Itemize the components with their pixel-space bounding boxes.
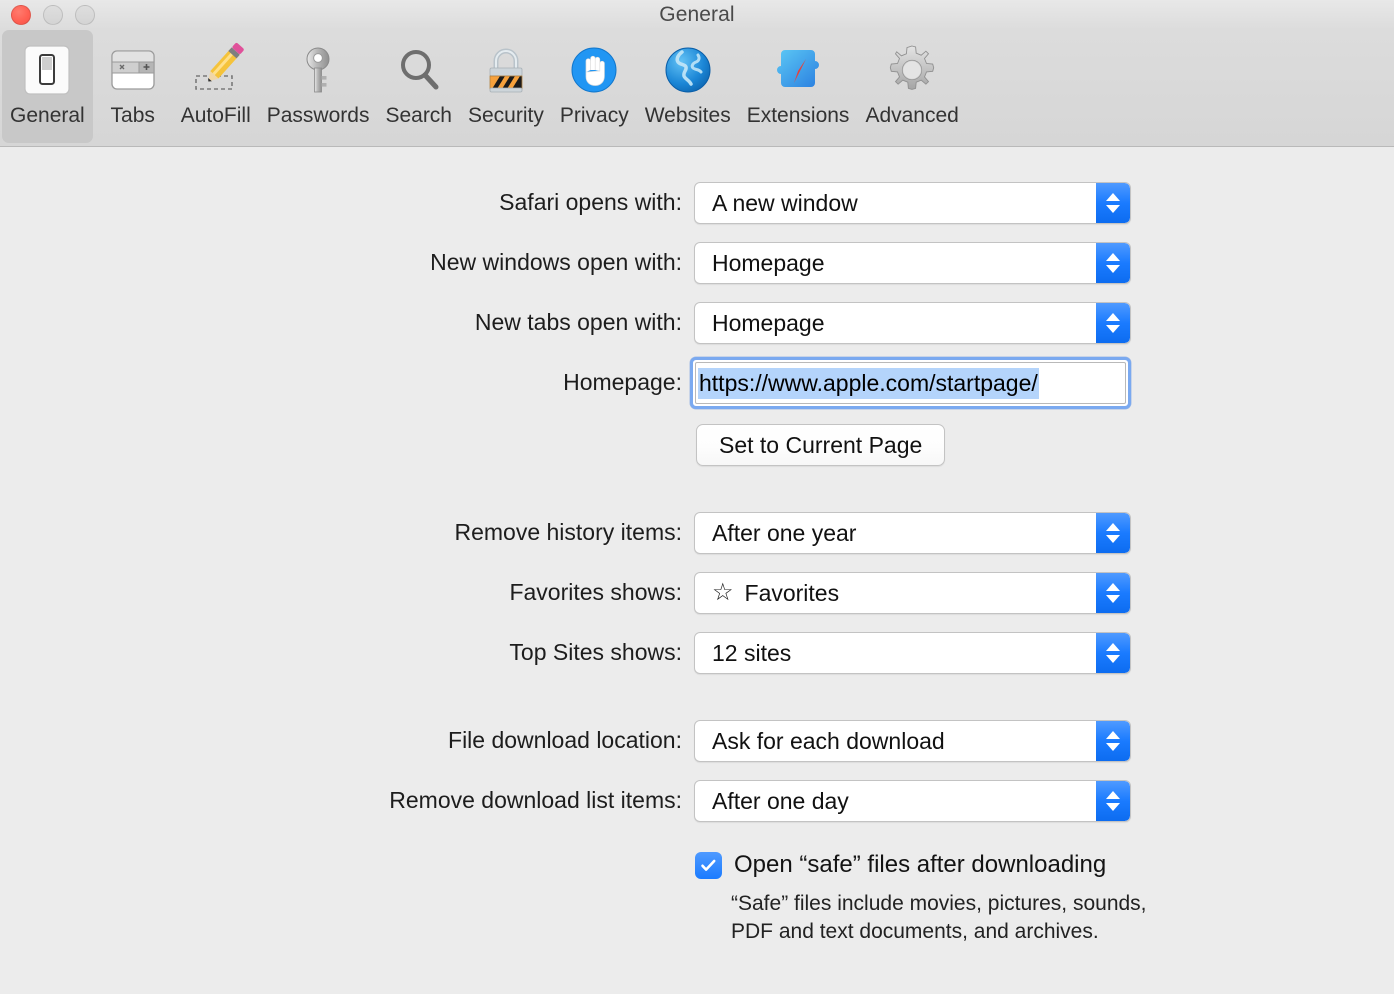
- select-new-windows-open-with[interactable]: Homepage: [694, 242, 1131, 284]
- select-value: A new window: [712, 189, 858, 216]
- chevron-up-icon: [1106, 643, 1120, 651]
- tab-search[interactable]: Search: [377, 30, 460, 143]
- general-pane: Safari opens with: A new window New wind…: [0, 148, 1394, 994]
- select-value-text: Favorites: [744, 579, 840, 606]
- chevron-up-icon: [1106, 193, 1120, 201]
- stepper-arrows[interactable]: [1096, 633, 1130, 673]
- stepper-arrows[interactable]: [1096, 721, 1130, 761]
- chevron-down-icon: [1106, 205, 1120, 213]
- stepper-arrows[interactable]: [1096, 243, 1130, 283]
- puzzle-compass-icon: [766, 38, 830, 102]
- open-safe-files-label: Open “safe” files after downloading: [734, 851, 1107, 878]
- chevron-up-icon: [1106, 313, 1120, 321]
- select-value: Homepage: [712, 249, 825, 276]
- label-remove-history-items: Remove history items:: [454, 519, 682, 545]
- globe-icon: [656, 38, 720, 102]
- general-switch-icon: [15, 38, 79, 102]
- window-title: General: [659, 3, 735, 26]
- maximize-button[interactable]: [75, 5, 95, 25]
- pencil-autofill-icon: [184, 38, 248, 102]
- select-top-sites-shows[interactable]: 12 sites: [694, 632, 1131, 674]
- chevron-down-icon: [1106, 325, 1120, 333]
- select-value: After one day: [712, 787, 849, 814]
- tab-label: Advanced: [865, 104, 959, 127]
- tab-tabs[interactable]: Tabs: [93, 30, 173, 143]
- select-value: Ask for each download: [712, 727, 945, 754]
- homepage-input-value: https://www.apple.com/startpage/: [698, 367, 1039, 399]
- tab-autofill[interactable]: AutoFill: [173, 30, 259, 143]
- chevron-up-icon: [1106, 791, 1120, 799]
- preferences-window: General General Tabs AutoFill Passwords …: [0, 0, 1394, 994]
- magnifier-icon: [387, 38, 451, 102]
- chevron-down-icon: [1106, 265, 1120, 273]
- tab-websites[interactable]: Websites: [637, 30, 739, 143]
- label-file-download-location: File download location:: [448, 727, 682, 753]
- select-value: 12 sites: [712, 639, 792, 666]
- label-new-windows-open-with: New windows open with:: [430, 249, 682, 275]
- gear-icon: [880, 38, 944, 102]
- label-safari-opens-with: Safari opens with:: [499, 189, 682, 215]
- select-remove-history-items[interactable]: After one year: [694, 512, 1131, 554]
- select-value: ☆ Favorites: [695, 580, 1096, 607]
- chevron-down-icon: [1106, 655, 1120, 663]
- hand-privacy-icon: [562, 38, 626, 102]
- tab-label: Passwords: [266, 104, 370, 127]
- tabs-icon: [101, 38, 165, 102]
- select-new-tabs-open-with[interactable]: Homepage: [694, 302, 1131, 344]
- star-outline-icon: ☆: [712, 579, 734, 606]
- tab-privacy[interactable]: Privacy: [552, 30, 637, 143]
- set-to-current-page-button[interactable]: Set to Current Page: [696, 424, 946, 466]
- stepper-arrows[interactable]: [1096, 303, 1130, 343]
- select-value: Homepage: [712, 309, 825, 336]
- chevron-up-icon: [1106, 731, 1120, 739]
- tab-label: Privacy: [559, 104, 629, 127]
- stepper-arrows[interactable]: [1096, 183, 1130, 223]
- stepper-arrows[interactable]: [1096, 573, 1130, 613]
- preferences-toolbar: General Tabs AutoFill Passwords Search S…: [0, 30, 1394, 147]
- stepper-arrows[interactable]: [1096, 513, 1130, 553]
- tab-label: Websites: [644, 104, 731, 127]
- homepage-input-inner[interactable]: https://www.apple.com/startpage/: [695, 362, 1126, 404]
- select-remove-download-list-items[interactable]: After one day: [694, 780, 1131, 822]
- homepage-input[interactable]: https://www.apple.com/startpage/: [690, 357, 1131, 409]
- select-file-download-location[interactable]: Ask for each download: [694, 720, 1131, 762]
- tab-label: General: [10, 104, 85, 127]
- open-safe-files-help-text: “Safe” files include movies, pictures, s…: [731, 892, 1147, 943]
- label-favorites-shows: Favorites shows:: [509, 579, 682, 605]
- tab-label: AutoFill: [180, 104, 251, 127]
- minimize-button[interactable]: [43, 5, 63, 25]
- chevron-down-icon: [1106, 595, 1120, 603]
- label-new-tabs-open-with: New tabs open with:: [474, 309, 682, 335]
- select-value: After one year: [712, 519, 857, 546]
- tab-label: Search: [385, 104, 452, 127]
- tab-label: Security: [468, 104, 544, 127]
- traffic-lights: [11, 5, 95, 25]
- tab-general[interactable]: General: [2, 30, 93, 143]
- key-icon: [286, 38, 350, 102]
- open-safe-files-checkbox-row[interactable]: Open “safe” files after downloading: [695, 851, 1106, 879]
- close-button[interactable]: [11, 5, 31, 25]
- tab-passwords[interactable]: Passwords: [259, 30, 378, 143]
- chevron-up-icon: [1106, 523, 1120, 531]
- tab-security[interactable]: Security: [460, 30, 552, 143]
- tab-extensions[interactable]: Extensions: [739, 30, 858, 143]
- tab-label: Tabs: [110, 104, 155, 127]
- chevron-down-icon: [1106, 743, 1120, 751]
- padlock-icon: [474, 38, 538, 102]
- open-safe-files-checkbox[interactable]: [695, 851, 722, 879]
- chevron-down-icon: [1106, 535, 1120, 543]
- select-favorites-shows[interactable]: ☆ Favorites: [694, 572, 1131, 614]
- chevron-up-icon: [1106, 253, 1120, 261]
- label-homepage: Homepage:: [563, 369, 682, 395]
- label-top-sites-shows: Top Sites shows:: [509, 639, 682, 665]
- chevron-up-icon: [1106, 583, 1120, 591]
- chevron-down-icon: [1106, 803, 1120, 811]
- select-safari-opens-with[interactable]: A new window: [694, 182, 1131, 224]
- title-bar: General: [0, 0, 1394, 30]
- checkmark-icon: [701, 859, 716, 871]
- tab-label: Extensions: [746, 104, 850, 127]
- stepper-arrows[interactable]: [1096, 781, 1130, 821]
- tab-advanced[interactable]: Advanced: [857, 30, 966, 143]
- label-remove-download-list-items: Remove download list items:: [389, 787, 682, 813]
